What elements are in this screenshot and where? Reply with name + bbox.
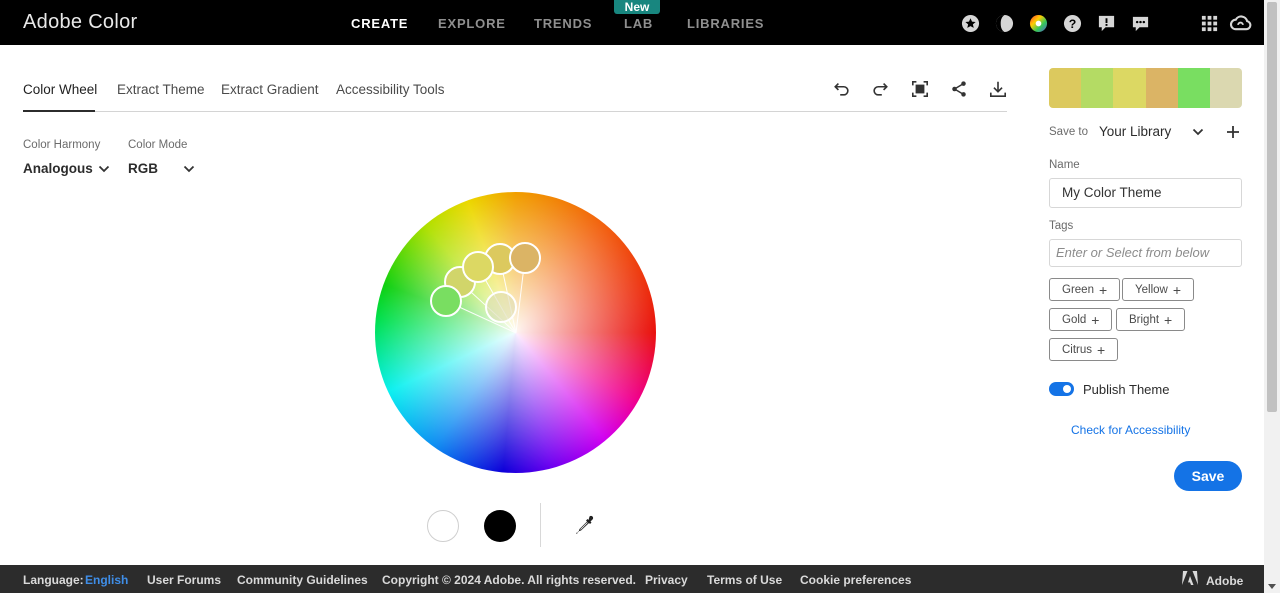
redo-icon[interactable]	[871, 80, 889, 98]
language-label: Language:	[23, 573, 84, 587]
check-accessibility-link[interactable]: Check for Accessibility	[1071, 423, 1190, 437]
footer-copyright: Copyright © 2024 Adobe. All rights reser…	[382, 573, 637, 587]
scrollbar-thumb[interactable]	[1267, 2, 1277, 412]
active-tab-indicator	[23, 110, 95, 112]
tag-label: Bright	[1129, 313, 1160, 326]
star-icon[interactable]	[961, 14, 980, 33]
tab-accessibility-tools[interactable]: Accessibility Tools	[336, 82, 445, 97]
black-point-button[interactable]	[484, 510, 516, 542]
nav-trends[interactable]: TRENDS	[534, 16, 592, 31]
new-badge: New	[614, 0, 660, 14]
color-mode-select[interactable]: RGB	[128, 161, 158, 176]
color-wheel-icon[interactable]	[1029, 14, 1048, 33]
theme-swatch[interactable]	[1049, 68, 1082, 108]
name-label: Name	[1049, 159, 1080, 171]
tag-bright[interactable]: Bright +	[1116, 308, 1186, 331]
footer-link-privacy[interactable]: Privacy	[645, 573, 688, 587]
color-marker[interactable]	[430, 285, 462, 317]
feedback-icon[interactable]	[1097, 14, 1116, 33]
color-marker[interactable]	[509, 242, 541, 274]
chevron-down-icon[interactable]	[1192, 128, 1204, 136]
color-marker[interactable]	[462, 251, 494, 283]
library-select[interactable]: Your Library	[1099, 124, 1171, 139]
footer-adobe[interactable]: Adobe	[1206, 574, 1243, 588]
share-icon[interactable]	[950, 80, 968, 98]
nav-explore[interactable]: EXPLORE	[438, 16, 506, 31]
white-point-button[interactable]	[427, 510, 459, 542]
footer-link-community-guidelines[interactable]: Community Guidelines	[237, 573, 368, 587]
plus-icon: +	[1172, 281, 1182, 298]
chevron-down-icon[interactable]	[98, 165, 110, 173]
plus-icon: +	[1097, 341, 1106, 358]
nav-lab[interactable]: LAB	[624, 16, 653, 31]
plus-icon: +	[1164, 311, 1173, 328]
plus-icon: +	[1091, 311, 1100, 328]
creative-cloud-icon[interactable]	[1229, 14, 1252, 33]
add-library-icon[interactable]	[1226, 125, 1240, 139]
footer-link-cookies[interactable]: Cookie preferences	[800, 573, 911, 587]
tag-label: Yellow	[1135, 283, 1168, 296]
eyedropper-icon[interactable]	[573, 514, 597, 538]
download-icon[interactable]	[989, 80, 1007, 98]
tags-input[interactable]: Enter or Select from below	[1049, 239, 1242, 267]
tag-green[interactable]: Green +	[1049, 278, 1121, 301]
theme-swatch[interactable]	[1113, 68, 1146, 108]
language-select[interactable]: English	[85, 573, 128, 587]
page-scrollbar[interactable]	[1264, 0, 1280, 593]
theme-swatch[interactable]	[1081, 68, 1114, 108]
contrast-icon[interactable]	[995, 14, 1014, 33]
chat-icon[interactable]	[1131, 14, 1150, 33]
publish-toggle[interactable]	[1049, 382, 1074, 396]
save-button[interactable]: Save	[1174, 461, 1242, 491]
chevron-down-icon[interactable]	[183, 165, 195, 173]
tag-label: Gold	[1062, 313, 1087, 326]
theme-name-input[interactable]: My Color Theme	[1049, 178, 1242, 208]
footer: Language: English User Forums Community …	[0, 565, 1264, 593]
tabs-divider	[23, 111, 1007, 112]
nav-libraries[interactable]: LIBRARIES	[687, 16, 764, 31]
theme-swatches[interactable]	[1049, 68, 1242, 108]
tag-yellow[interactable]: Yellow +	[1122, 278, 1195, 301]
tags-label: Tags	[1049, 220, 1074, 232]
top-navigation-bar: Adobe Color CREATE EXPLORE TRENDS LAB LI…	[0, 0, 1264, 45]
theme-swatch[interactable]	[1145, 68, 1178, 108]
nav-create[interactable]: CREATE	[351, 16, 408, 31]
app-brand[interactable]: Adobe Color	[23, 11, 137, 34]
controls-divider	[540, 503, 541, 547]
help-icon[interactable]: ?	[1063, 14, 1082, 33]
publish-theme-label: Publish Theme	[1083, 382, 1170, 397]
theme-swatch[interactable]	[1209, 68, 1242, 108]
tag-label: Green	[1062, 283, 1094, 296]
footer-link-user-forums[interactable]: User Forums	[147, 573, 221, 587]
tag-gold[interactable]: Gold +	[1049, 308, 1113, 331]
color-harmony-label: Color Harmony	[23, 139, 101, 151]
color-wheel-markers	[430, 242, 541, 334]
adobe-logo-icon	[1182, 571, 1198, 585]
tag-citrus[interactable]: Citrus +	[1049, 338, 1119, 361]
svg-text:?: ?	[1069, 17, 1077, 31]
apps-grid-icon[interactable]	[1200, 14, 1219, 33]
undo-icon[interactable]	[833, 80, 851, 98]
color-mode-label: Color Mode	[128, 139, 188, 151]
tab-extract-gradient[interactable]: Extract Gradient	[221, 82, 319, 97]
color-marker[interactable]	[485, 291, 517, 323]
tab-extract-theme[interactable]: Extract Theme	[117, 82, 205, 97]
footer-link-terms[interactable]: Terms of Use	[707, 573, 782, 587]
tag-label: Citrus	[1062, 343, 1093, 356]
scroll-down-arrow-icon[interactable]	[1268, 584, 1276, 589]
save-to-label: Save to	[1049, 126, 1088, 138]
fullscreen-icon[interactable]	[911, 80, 929, 98]
theme-swatch[interactable]	[1177, 68, 1210, 108]
color-harmony-select[interactable]: Analogous	[23, 161, 93, 176]
plus-icon: +	[1098, 281, 1108, 298]
tab-color-wheel[interactable]: Color Wheel	[23, 82, 97, 97]
